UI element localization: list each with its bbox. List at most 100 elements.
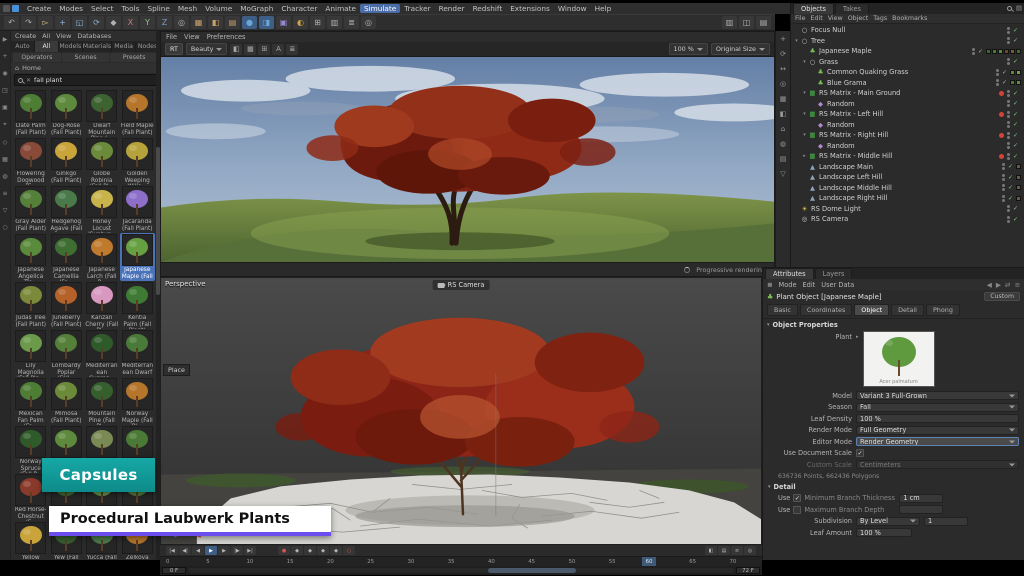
object-tree-row[interactable]: ♣ Common Quaking Grass ✓ [791,67,1024,78]
enable-check-icon[interactable]: ✓ [1002,69,1007,76]
attribute-section-tab[interactable]: Detail [891,304,924,316]
material-swatch[interactable] [1016,70,1021,75]
attribute-section-tab[interactable]: Coordinates [800,304,852,316]
keyframe-button[interactable]: ◆ [304,546,316,555]
object-tree-row[interactable]: ▾ ○ Grass ✓ [791,57,1024,68]
enable-check-icon[interactable]: ✓ [1008,184,1013,191]
material-swatch[interactable] [1010,70,1015,75]
field-value[interactable]: 100 % [856,414,1019,423]
menu-item[interactable]: Animate [321,4,360,13]
expand-caret-icon[interactable]: ▾ [801,90,808,96]
visibility-dots[interactable] [1007,216,1010,223]
size-dropdown[interactable]: Original Size [711,43,770,55]
enable-check-icon[interactable]: ✓ [1013,132,1018,139]
visibility-dots[interactable] [1002,184,1005,191]
object-tree-row[interactable]: ▲ Landscape Main ✓ [791,162,1024,173]
timeline-icon[interactable]: ◎ [744,546,756,555]
tool-icon[interactable]: ◍ [2,173,7,180]
transport-button[interactable]: |▶ [231,546,243,555]
asset-tab[interactable]: Models [59,41,83,52]
viewport-tool-icon[interactable]: ▤ [780,155,787,163]
material-swatch[interactable] [1010,49,1015,54]
plant-item[interactable]: Kentia Palm (Fall Plant) [120,281,156,329]
toolbar-icon[interactable]: ● [242,16,257,29]
toolbar-icon[interactable]: ▥ [722,16,737,29]
use-checkbox[interactable] [793,494,801,502]
visibility-dots[interactable] [1007,100,1010,107]
menu-item[interactable]: Window [554,4,591,13]
visibility-dots[interactable] [1007,121,1010,128]
keyframe-button[interactable]: ◆ [317,546,329,555]
toolbar-icon[interactable]: ◎ [174,16,189,29]
asset-tab[interactable]: Media [112,41,136,52]
plant-item[interactable]: Field Maple (Fall Plant) [120,89,156,137]
toolbar-icon[interactable]: ▥ [327,16,342,29]
asset-subtab[interactable]: Presets [110,53,158,62]
object-tree-row[interactable]: ◆ Random ✓ [791,120,1024,131]
visibility-dots[interactable] [1002,174,1005,181]
viewport-tool-icon[interactable]: + [780,35,786,43]
transport-button[interactable]: ◀ [192,546,204,555]
plant-item[interactable]: Mexican Fan Palm (Fa... [13,377,49,425]
enable-check-icon[interactable]: ✓ [1008,174,1013,181]
filter-icon[interactable]: ▤ [1016,4,1022,12]
material-swatch[interactable] [1016,175,1021,180]
use-checkbox[interactable] [793,506,801,514]
render-menu-item[interactable]: View [184,33,200,41]
enable-check-icon[interactable]: ✓ [1013,111,1018,118]
object-tree-row[interactable]: ▲ Landscape Middle Hill ✓ [791,183,1024,194]
viewport-tool-icon[interactable]: ⟳ [780,50,786,58]
menu-item[interactable]: Volume [201,4,236,13]
leaf-amount-value[interactable]: 100 % [856,528,912,537]
menu-item[interactable]: Simulate [360,4,400,13]
object-manager-tab[interactable]: Takes [835,3,869,14]
asset-tab[interactable]: Materials [83,41,112,52]
toolbar-icon[interactable]: ◫ [739,16,754,29]
menu-item[interactable]: Tools [117,4,143,13]
object-menu-item[interactable]: Tags [873,15,887,22]
menu-item[interactable]: Mesh [174,4,201,13]
detail-value[interactable] [899,505,943,514]
asset-menu-item[interactable]: Create [15,32,36,40]
object-tree-row[interactable]: ☀ RS Dome Light ✓ [791,204,1024,215]
plant-item[interactable]: Japanese Camellia (Fa... [49,233,85,281]
toolbar-icon[interactable]: ▣ [276,16,291,29]
plant-item[interactable]: Dog-Rose (Fall Plant) [49,89,85,137]
toolbar-icon[interactable]: ◆ [106,16,121,29]
subdivision-value[interactable]: 1 [924,517,968,526]
timeline-ruler[interactable]: 0510152025303540455055606570 60 [160,556,762,566]
toolbar-icon[interactable]: ◐ [293,16,308,29]
visibility-dots[interactable] [1007,205,1010,212]
plant-item[interactable]: Honey Locust 'Sunbur... [84,185,120,233]
clear-search-icon[interactable]: ✕ [26,77,31,84]
transport-button[interactable]: ▶ [218,546,230,555]
plant-item[interactable]: Mediterranean Dwarf ... [120,329,156,377]
material-swatch[interactable] [1004,49,1009,54]
attribute-tab[interactable]: Attributes [765,268,814,279]
plant-item[interactable]: Dwarf Mountain Pine (... [84,89,120,137]
plant-item[interactable]: Ginkgo (Fall Plant) [49,137,85,185]
toolbar-icon[interactable]: ⟳ [89,16,104,29]
render-toolbar-icon[interactable]: ▦ [244,44,256,55]
plant-item[interactable]: Japanese Larch (Fall P... [84,233,120,281]
material-swatch[interactable] [998,49,1003,54]
object-tree-row[interactable]: ▲ Landscape Right Hill ✓ [791,193,1024,204]
toolbar-icon[interactable]: ◨ [259,16,274,29]
plant-item[interactable]: Golden Weeping Willo... [120,137,156,185]
expand-caret-icon[interactable]: ▾ [801,59,808,65]
viewport-tool-icon[interactable]: ◧ [780,110,787,118]
expand-caret-icon[interactable]: ▾ [801,111,808,117]
enable-check-icon[interactable]: ✓ [1013,121,1018,128]
menu-item[interactable]: Render [435,4,469,13]
plant-item[interactable]: Mountain Pine (Fall Pl... [84,377,120,425]
timeline-icon[interactable]: ≡ [731,546,743,555]
field-value[interactable]: Full Geometry [856,426,1019,435]
current-frame-marker[interactable]: 60 [642,557,656,566]
material-swatch[interactable] [1016,164,1021,169]
plant-item[interactable]: Lily Magnolia (Fall Pla... [13,329,49,377]
subdivision-mode-dropdown[interactable]: By Level [856,517,920,526]
visibility-dots[interactable] [996,79,999,86]
viewport-canvas[interactable] [161,278,761,544]
asset-menu-item[interactable]: All [42,32,50,40]
object-menu-item[interactable]: File [795,15,806,22]
